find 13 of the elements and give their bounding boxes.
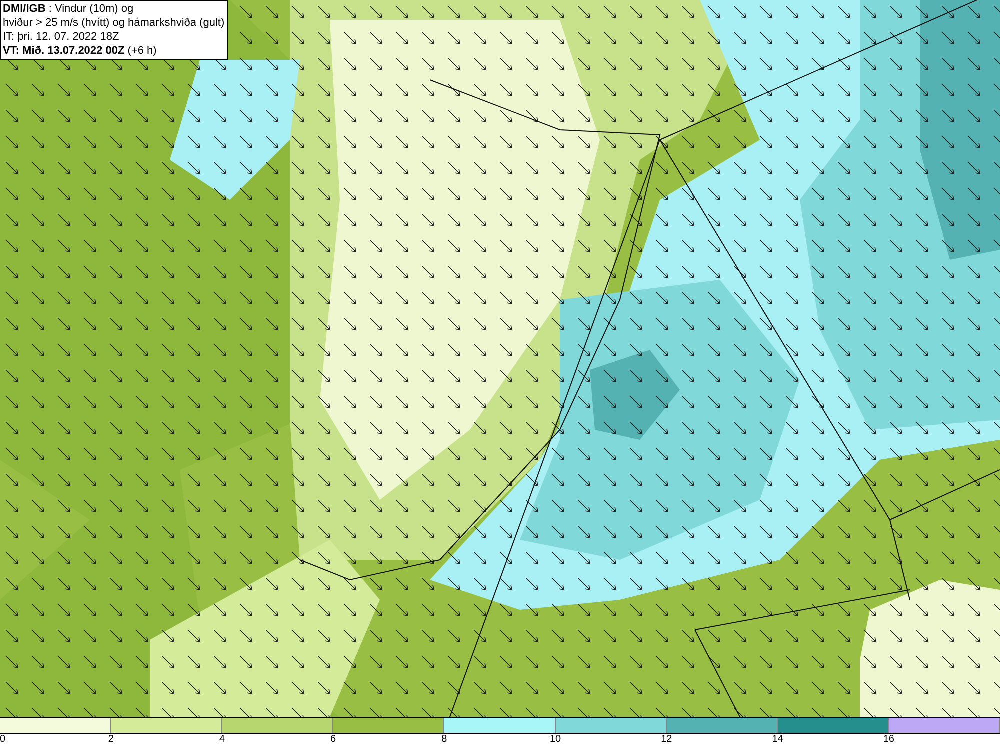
scale-label: 2 (108, 734, 114, 746)
scale-label: 10 (550, 734, 562, 746)
scale-label: 12 (661, 734, 672, 746)
scale-label: 0 (0, 734, 6, 746)
scale-label: 6 (330, 734, 336, 746)
scale-label: 8 (442, 734, 448, 746)
scale-label: 16 (883, 734, 894, 746)
info-text: DMI/IGB : Vindur (10m) og (3, 2, 135, 16)
scale-label: 4 (219, 734, 225, 746)
scale-label: 14 (772, 734, 784, 746)
info-text: VT: Mið. 13.07.2022 00Z (+6 h) (3, 44, 158, 58)
info-text: hviður > 25 m/s (hvítt) og hámarkshviða (gult) (3, 16, 225, 30)
info-text: IT: þri. 12. 07. 2022 18Z (3, 30, 120, 44)
